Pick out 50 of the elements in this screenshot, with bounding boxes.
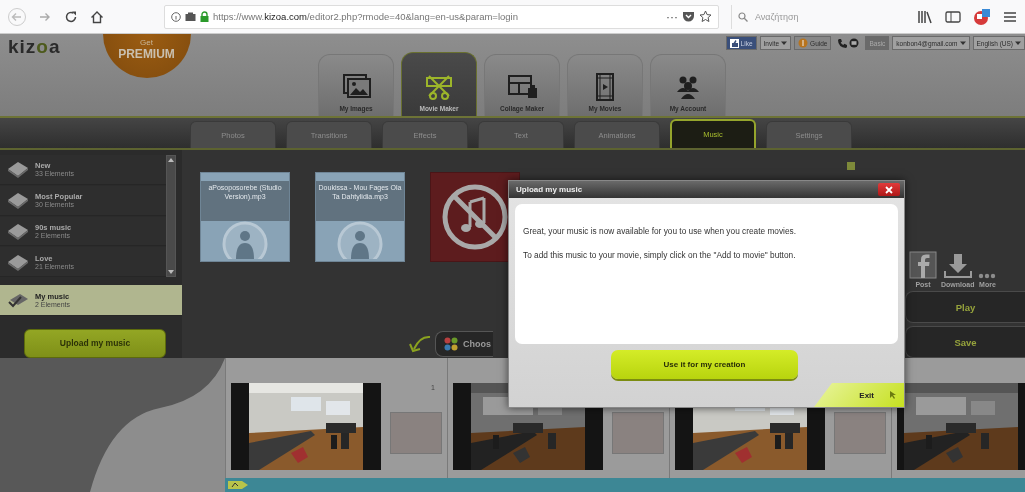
caret-icon	[781, 40, 788, 46]
address-bar[interactable]: https://www.kizoa.com/editor2.php?rmode=40&lang=en-us&param=login ···	[164, 4, 719, 29]
scrollbar[interactable]	[166, 155, 176, 277]
close-icon	[885, 185, 893, 194]
pocket-icon[interactable]	[682, 10, 695, 23]
scroll-up-icon	[167, 156, 175, 164]
arrow-icon	[408, 334, 432, 354]
scissors-film-icon	[423, 72, 455, 102]
close-button[interactable]	[878, 183, 900, 196]
action-button[interactable]: Save	[905, 326, 1025, 358]
extension-icon[interactable]	[973, 7, 991, 26]
search-icon	[738, 11, 748, 22]
reload-icon[interactable]	[64, 9, 78, 24]
page-actions-button[interactable]: ···	[666, 9, 678, 24]
color-dots-icon	[444, 337, 458, 351]
thumb-icon	[729, 38, 739, 48]
info-icon	[171, 11, 181, 22]
badge-icon	[798, 38, 809, 48]
timeline-clip[interactable]	[891, 358, 1025, 478]
use-button[interactable]: Use it for my creation	[611, 350, 798, 379]
choose-button[interactable]: Choos	[435, 331, 493, 357]
message-text: Great, your music is now available for you to use when you create movies.	[523, 226, 797, 236]
action-button[interactable]: Play	[905, 291, 1025, 324]
menu-icon[interactable]	[1003, 10, 1017, 23]
premium-badge[interactable]: Get PREMIUM	[102, 34, 191, 78]
upload-button[interactable]: Upload my music	[24, 328, 166, 358]
no-music-icon	[440, 182, 510, 252]
status-indicator	[847, 162, 855, 170]
exit-button[interactable]: Exit	[814, 383, 904, 407]
person-placeholder-icon	[337, 221, 383, 259]
library-icon[interactable]	[917, 9, 933, 24]
more-icon	[978, 273, 997, 280]
dialog-title: Upload my music	[516, 185, 583, 194]
search-field[interactable]: Αναζήτηση	[753, 10, 815, 23]
tag-icon	[227, 479, 249, 491]
sidebar-icon[interactable]	[945, 9, 961, 24]
person-placeholder-icon	[222, 221, 268, 259]
logo[interactable]: kizoa	[8, 36, 61, 58]
caret-icon	[959, 40, 966, 46]
scroll-down-icon	[167, 268, 175, 276]
message-text: To add this music to your movie, simply click on the "Add to movie" button.	[523, 250, 797, 260]
phone-icon	[837, 38, 848, 48]
star-icon[interactable]	[699, 10, 712, 23]
url-text: https://www.kizoa.com/editor2.php?rmode=40&lang=en-us&param=login	[213, 11, 518, 22]
home-icon[interactable]	[90, 9, 104, 24]
caret-icon	[1015, 40, 1021, 46]
facebook-icon	[909, 251, 937, 280]
download-icon	[942, 253, 973, 280]
pointer-icon	[888, 390, 898, 400]
lock-icon	[200, 11, 209, 22]
